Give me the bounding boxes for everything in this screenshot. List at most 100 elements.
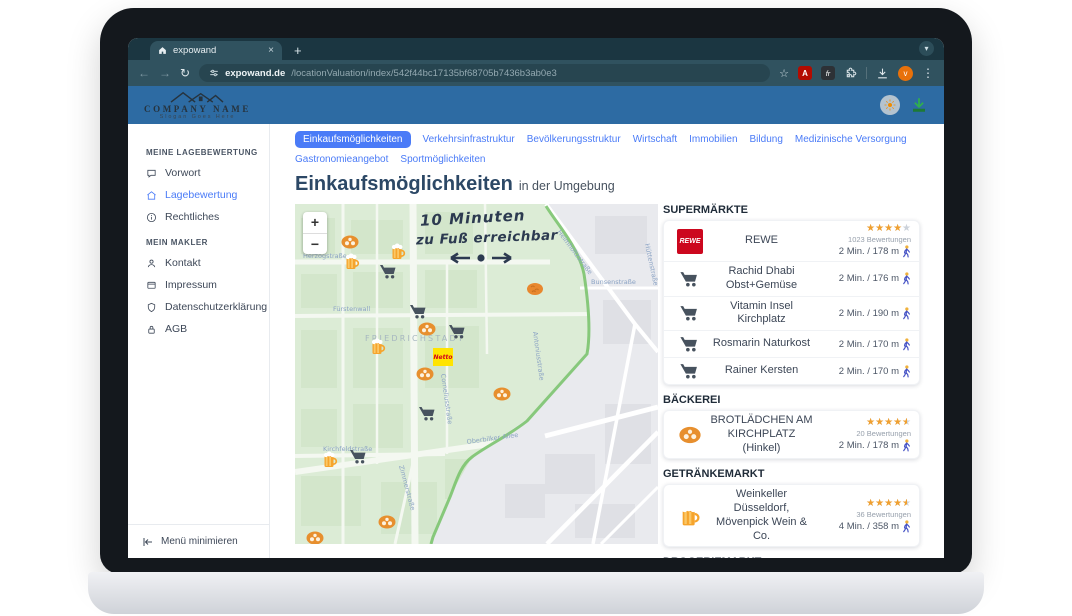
sidebar-item-label: AGB: [165, 323, 187, 335]
sidebar-item-agb[interactable]: AGB: [128, 318, 269, 340]
downloads-toolbar-icon[interactable]: [876, 67, 889, 80]
collapse-left-icon: [142, 537, 154, 547]
sidebar-item-lagebewertung[interactable]: Lagebewertung: [128, 184, 269, 206]
result-row[interactable]: Weinkeller Düsseldorf, Mövenpick Wein & …: [664, 485, 919, 546]
result-name: Vitamin Insel Kirchplatz: [708, 300, 815, 328]
walking-person-icon: [902, 365, 911, 378]
results-panel: SUPERMÄRKTE REWE REWE ★★★★★★★★★★ 1023 Be…: [663, 204, 920, 558]
distance-text: 2 Min. / 170 m: [839, 339, 899, 350]
screenshot-canvas: expowand × + ▾ ← → ↻ expowand.de: [0, 0, 1072, 616]
sidebar-item-label: Kontakt: [165, 257, 201, 269]
app-body: MEINE LAGEBEWERTUNG Vorwort Lagebewertun…: [128, 124, 944, 558]
pretzel-marker[interactable]: [307, 532, 324, 545]
browser-toolbar: ← → ↻ expowand.de /locationValuation/ind…: [128, 60, 944, 86]
result-name: Rosmarin Naturkost: [708, 337, 815, 351]
tab-sportmoeglichkeiten[interactable]: Sportmöglichkeiten: [400, 154, 485, 165]
result-row[interactable]: Rainer Kersten 2 Min. / 170 m: [664, 357, 919, 384]
tab-immobilien[interactable]: Immobilien: [689, 134, 737, 145]
supermarkets-card: REWE REWE ★★★★★★★★★★ 1023 Bewertungen 2 …: [663, 220, 920, 385]
pretzel-marker[interactable]: [417, 368, 434, 381]
adobe-acrobat-extension-icon[interactable]: A: [798, 66, 812, 80]
home-favicon-icon: [158, 46, 167, 55]
result-row[interactable]: Rosmarin Naturkost 2 Min. / 170 m: [664, 330, 919, 357]
browser-menu-icon[interactable]: ⋮: [922, 66, 934, 80]
new-tab-button[interactable]: +: [294, 44, 302, 57]
walking-person-icon: [902, 520, 911, 533]
tab-medizinische-versorgung[interactable]: Medizinische Versorgung: [795, 134, 907, 145]
drinks-card: Weinkeller Düsseldorf, Mövenpick Wein & …: [663, 484, 920, 547]
distance-text: 2 Min. / 176 m: [839, 273, 899, 284]
category-tabs: Einkaufsmöglichkeiten Verkehrsinfrastruk…: [295, 131, 915, 165]
lock-icon: [146, 324, 157, 335]
tab-einkaufsmoeglichkeiten[interactable]: Einkaufsmöglichkeiten: [295, 131, 411, 148]
map-canvas[interactable]: Herzogstraße Fürstenwall Kirchfeldstraße…: [295, 204, 658, 544]
walking-person-icon: [902, 338, 911, 351]
bread-marker[interactable]: [527, 283, 543, 295]
result-row[interactable]: BROTLÄDCHEN AM KIRCHPLATZ (Hinkel) ★★★★★…: [664, 411, 919, 458]
sidebar-item-datenschutz[interactable]: Datenschutzerklärung: [128, 296, 269, 318]
browser-window-icon: [146, 280, 157, 291]
street-label: Bunsenstraße: [591, 278, 636, 286]
reload-button[interactable]: ↻: [180, 67, 190, 79]
review-count: 20 Bewertungen: [856, 429, 911, 438]
sidebar-item-vorwort[interactable]: Vorwort: [128, 162, 269, 184]
walking-person-icon: [902, 307, 911, 320]
sidebar-minimize[interactable]: Menü minimieren: [128, 524, 269, 558]
netto-marker[interactable]: Netto: [433, 348, 453, 366]
pretzel-marker[interactable]: [342, 236, 359, 249]
tab-wirtschaft[interactable]: Wirtschaft: [633, 134, 677, 145]
result-name: Weinkeller Düsseldorf, Mövenpick Wein & …: [708, 488, 815, 543]
company-slogan: Slogan Goes Here: [160, 114, 236, 120]
bookmark-star-icon[interactable]: ☆: [779, 67, 789, 80]
distance-text: 2 Min. / 170 m: [839, 366, 899, 377]
tab-search-button[interactable]: ▾: [919, 41, 934, 56]
cart-icon: [679, 305, 701, 321]
sidebar-item-impressum[interactable]: Impressum: [128, 274, 269, 296]
result-row[interactable]: Rachid Dhabi Obst+Gemüse 2 Min. / 176 m: [664, 261, 919, 296]
info-icon: [146, 212, 157, 223]
browser-tab[interactable]: expowand ×: [150, 41, 282, 60]
tab-bevoelkerungsstruktur[interactable]: Bevölkerungsstruktur: [527, 134, 621, 145]
company-logo[interactable]: COMPANY NAME Slogan Goes Here: [144, 90, 251, 120]
section-title-supermaerkte: SUPERMÄRKTE: [663, 204, 920, 216]
browser-tab-strip: expowand × + ▾: [128, 38, 944, 60]
result-row[interactable]: Vitamin Insel Kirchplatz 2 Min. / 190 m: [664, 296, 919, 331]
back-button[interactable]: ←: [138, 67, 150, 79]
tab-gastronomieangebot[interactable]: Gastronomieangebot: [295, 154, 388, 165]
sidebar-item-label: Vorwort: [165, 167, 201, 179]
zoom-in-button[interactable]: +: [303, 212, 327, 233]
result-row[interactable]: REWE REWE ★★★★★★★★★★ 1023 Bewertungen 2 …: [664, 221, 919, 261]
pretzel-marker[interactable]: [494, 388, 511, 401]
shield-icon: [146, 302, 157, 313]
laptop-bezel: expowand × + ▾ ← → ↻ expowand.de: [100, 8, 972, 574]
section-title-getraenkemarkt: GETRÄNKEMARKT: [663, 468, 920, 480]
section-title-drogeriemarkt: DROGERIEMARKT: [663, 556, 920, 558]
result-name: Rachid Dhabi Obst+Gemüse: [708, 265, 815, 293]
url-domain: expowand.de: [225, 68, 285, 79]
address-bar[interactable]: expowand.de /locationValuation/index/542…: [199, 64, 770, 82]
walking-person-icon: [902, 439, 911, 452]
sidebar-item-kontakt[interactable]: Kontakt: [128, 252, 269, 274]
bakery-card: BROTLÄDCHEN AM KIRCHPLATZ (Hinkel) ★★★★★…: [663, 410, 920, 459]
map[interactable]: Herzogstraße Fürstenwall Kirchfeldstraße…: [295, 204, 658, 544]
tab-verkehrsinfrastruktur[interactable]: Verkehrsinfrastruktur: [423, 134, 515, 145]
review-count: 1023 Bewertungen: [848, 235, 911, 244]
fr-extension-icon[interactable]: fr: [821, 66, 835, 80]
profile-avatar[interactable]: v: [898, 66, 913, 81]
zoom-out-button[interactable]: −: [303, 233, 327, 254]
tab-close-icon[interactable]: ×: [268, 45, 274, 56]
sidebar-item-label: Impressum: [165, 279, 217, 291]
pretzel-marker[interactable]: [419, 323, 436, 336]
sidebar-item-rechtliches[interactable]: Rechtliches: [128, 206, 269, 228]
tab-bildung[interactable]: Bildung: [750, 134, 783, 145]
forward-button[interactable]: →: [159, 67, 171, 79]
pretzel-marker[interactable]: [379, 516, 396, 529]
walking-person-icon: [902, 272, 911, 285]
company-name: COMPANY NAME: [144, 104, 251, 114]
site-settings-icon[interactable]: [209, 68, 219, 78]
distance-text: 2 Min. / 178 m: [839, 246, 899, 257]
download-report-icon[interactable]: [910, 96, 928, 114]
extensions-puzzle-icon[interactable]: [844, 67, 857, 80]
cart-icon: [679, 271, 701, 287]
page-subtitle: in der Umgebung: [519, 179, 615, 193]
